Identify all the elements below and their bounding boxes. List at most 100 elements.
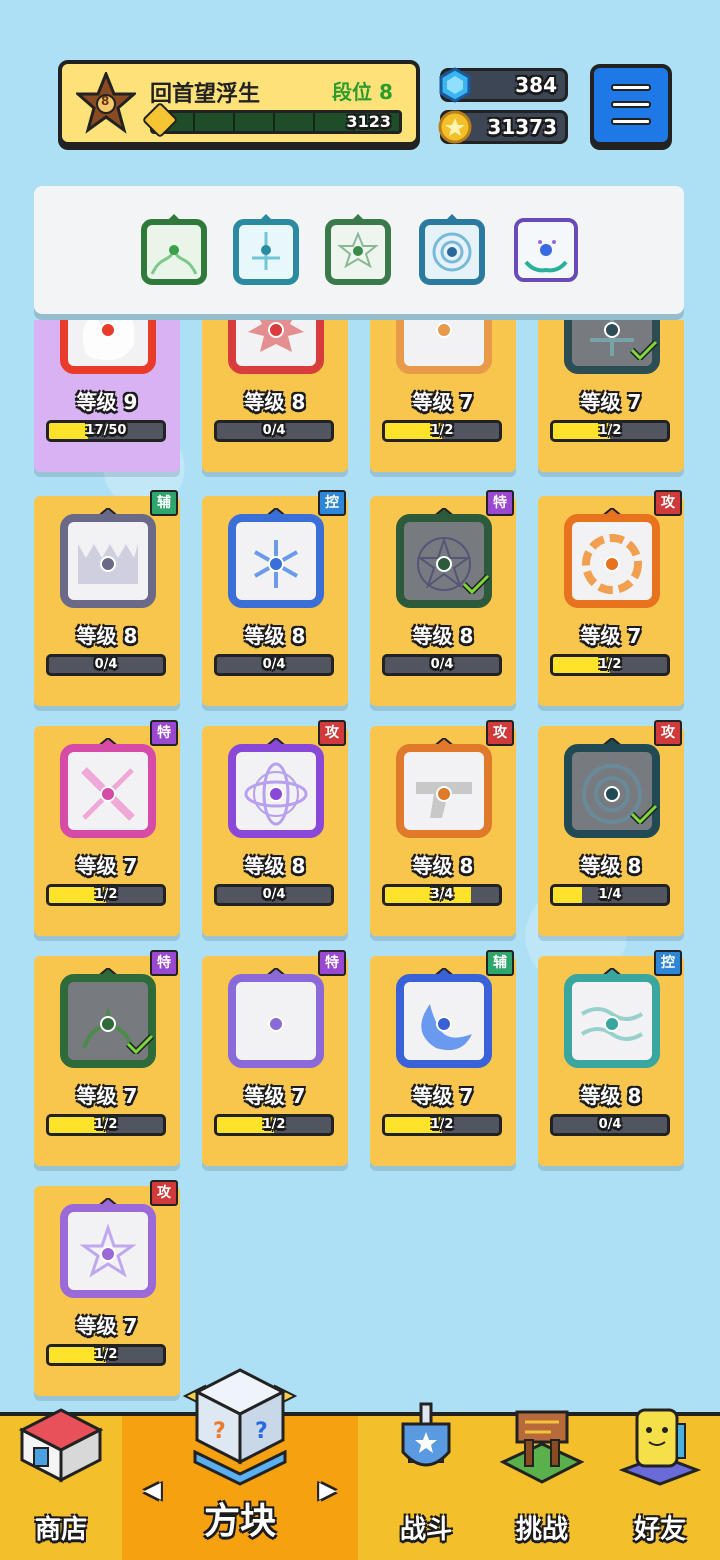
role-tag: 攻 bbox=[318, 720, 346, 746]
role-tag: 辅 bbox=[486, 950, 514, 976]
block-level: 等级 8 bbox=[244, 854, 306, 878]
block-tile-icon bbox=[228, 508, 324, 608]
block-card[interactable]: 攻 等级 7 1/2 bbox=[538, 490, 684, 706]
block-card[interactable]: 等级 7 1/2 bbox=[370, 320, 516, 472]
upgrade-progress-text: 1/2 bbox=[94, 1117, 118, 1132]
deck-slot-4[interactable] bbox=[416, 214, 488, 286]
block-tile-icon bbox=[60, 738, 156, 838]
upgrade-progress-bar: 0/4 bbox=[550, 1114, 670, 1136]
menu-icon bbox=[611, 84, 651, 91]
nav-friends[interactable]: 好友 bbox=[600, 1408, 720, 1560]
upgrade-progress-bar: 1/2 bbox=[46, 1344, 166, 1366]
nav-challenge[interactable]: 挑战 bbox=[484, 1410, 600, 1560]
xp-bar: 3123 bbox=[141, 101, 402, 139]
nav-battle[interactable]: 战斗 bbox=[368, 1402, 484, 1560]
block-level: 等级 7 bbox=[76, 1084, 138, 1108]
block-level: 等级 8 bbox=[244, 624, 306, 648]
block-card[interactable]: 特 等级 7 1/2 bbox=[202, 950, 348, 1166]
block-card[interactable]: 攻 等级 8 1/4 bbox=[538, 720, 684, 936]
deck-slot-1[interactable] bbox=[138, 214, 210, 286]
coin-counter[interactable]: 31373 bbox=[438, 110, 568, 144]
upgrade-progress-bar: 1/2 bbox=[382, 420, 502, 442]
block-level: 等级 7 bbox=[76, 1314, 138, 1338]
block-card[interactable]: 辅 等级 7 1/2 bbox=[370, 950, 516, 1166]
nav-blocks[interactable]: ? ? ◀ ▶ 方块 bbox=[122, 1368, 358, 1560]
in-deck-check-icon bbox=[126, 1034, 154, 1054]
block-card[interactable]: 等级 7 1/2 bbox=[538, 320, 684, 472]
upgrade-progress-text: 1/2 bbox=[430, 423, 454, 438]
player-profile-panel[interactable]: 8 回首望浮生 段位 8 3123 bbox=[58, 60, 420, 146]
role-tag: 攻 bbox=[654, 720, 682, 746]
upgrade-progress-text: 0/4 bbox=[94, 657, 118, 672]
upgrade-progress-bar: 17/50 bbox=[46, 420, 166, 442]
bottom-nav: 商店 ? ? ◀ ▶ 方块 战斗 挑战 好友 bbox=[0, 1368, 720, 1560]
deck-slot-2[interactable] bbox=[230, 214, 302, 286]
block-tile-icon bbox=[60, 1198, 156, 1298]
upgrade-progress-bar: 0/4 bbox=[382, 654, 502, 676]
block-card[interactable]: 特 等级 8 0/4 bbox=[370, 490, 516, 706]
block-level: 等级 7 bbox=[244, 1084, 306, 1108]
block-level: 等级 9 bbox=[76, 390, 138, 414]
block-card[interactable]: 攻 等级 8 0/4 bbox=[202, 720, 348, 936]
upgrade-progress-bar: 1/2 bbox=[550, 420, 670, 442]
block-card[interactable]: 控 等级 8 0/4 bbox=[538, 950, 684, 1166]
rank-label: 段位 8 bbox=[332, 80, 393, 104]
block-level: 等级 8 bbox=[412, 624, 474, 648]
nav-shop[interactable]: 商店 bbox=[0, 1408, 122, 1560]
block-level: 等级 8 bbox=[580, 854, 642, 878]
player-name: 回首望浮生 bbox=[150, 82, 261, 107]
upgrade-progress-text: 1/2 bbox=[262, 1117, 286, 1132]
upgrade-progress-text: 0/4 bbox=[430, 657, 454, 672]
upgrade-progress-text: 1/2 bbox=[94, 1347, 118, 1362]
coin-count: 31373 bbox=[487, 115, 557, 139]
upgrade-progress-text: 0/4 bbox=[262, 657, 286, 672]
block-level: 等级 8 bbox=[412, 854, 474, 878]
upgrade-progress-text: 17/50 bbox=[85, 423, 127, 438]
upgrade-progress-text: 0/4 bbox=[262, 423, 286, 438]
block-tile-icon bbox=[60, 320, 156, 374]
role-tag: 攻 bbox=[150, 1180, 178, 1206]
nav-battle-label: 战斗 bbox=[399, 1515, 452, 1545]
role-tag: 特 bbox=[150, 950, 178, 976]
block-level: 等级 7 bbox=[580, 624, 642, 648]
block-card[interactable]: 等级 9 17/50 bbox=[34, 320, 180, 472]
deck-slot-3[interactable] bbox=[322, 214, 394, 286]
signboard-icon bbox=[499, 1410, 585, 1484]
block-tile-icon bbox=[228, 968, 324, 1068]
block-level: 等级 7 bbox=[412, 390, 474, 414]
block-tile-icon bbox=[396, 738, 492, 838]
upgrade-progress-text: 1/4 bbox=[598, 887, 622, 902]
block-card[interactable]: 特 等级 7 1/2 bbox=[34, 950, 180, 1166]
upgrade-progress-text: 0/4 bbox=[598, 1117, 622, 1132]
block-tile-icon bbox=[564, 968, 660, 1068]
gem-count: 384 bbox=[515, 73, 557, 97]
xp-value: 3123 bbox=[346, 112, 391, 131]
upgrade-progress-bar: 3/4 bbox=[382, 884, 502, 906]
nav-friends-label: 好友 bbox=[633, 1515, 686, 1545]
upgrade-progress-bar: 1/4 bbox=[550, 884, 670, 906]
block-card[interactable]: 辅 等级 8 0/4 bbox=[34, 490, 180, 706]
block-tile-icon bbox=[228, 320, 324, 374]
gem-counter[interactable]: 384 bbox=[439, 67, 568, 103]
block-tile-icon bbox=[564, 508, 660, 608]
block-card[interactable]: 等级 8 0/4 bbox=[202, 320, 348, 472]
role-tag: 特 bbox=[150, 720, 178, 746]
block-collection-grid: 等级 9 17/50 等级 8 0/4 等级 7 1/2 等级 7 1/2 辅 … bbox=[0, 320, 720, 1410]
block-card[interactable]: 攻 等级 8 3/4 bbox=[370, 720, 516, 936]
block-card[interactable]: 控 等级 8 0/4 bbox=[202, 490, 348, 706]
role-tag: 特 bbox=[318, 950, 346, 976]
block-card[interactable]: 特 等级 7 1/2 bbox=[34, 720, 180, 936]
upgrade-progress-bar: 1/2 bbox=[46, 884, 166, 906]
friend-character-icon bbox=[618, 1408, 702, 1486]
upgrade-progress-bar: 1/2 bbox=[382, 1114, 502, 1136]
rank-badge-number: 8 bbox=[101, 94, 110, 108]
in-deck-check-icon bbox=[630, 340, 658, 360]
deck-slot-5[interactable] bbox=[510, 214, 582, 286]
role-tag: 控 bbox=[654, 950, 682, 976]
block-card[interactable]: 攻 等级 7 1/2 bbox=[34, 1180, 180, 1396]
role-tag: 攻 bbox=[486, 720, 514, 746]
menu-button[interactable] bbox=[590, 64, 672, 146]
menu-icon-line bbox=[611, 118, 651, 125]
block-tile-icon bbox=[60, 508, 156, 608]
block-tile-icon bbox=[228, 738, 324, 838]
